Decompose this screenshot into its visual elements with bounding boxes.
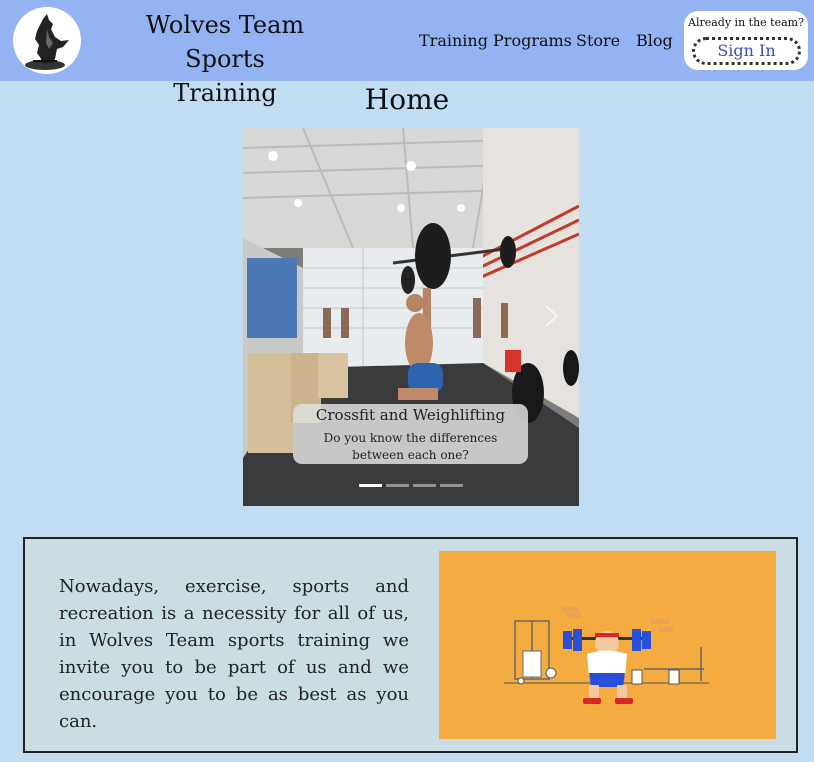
site-header: Wolves Team Sports Training Training Pro… bbox=[0, 0, 814, 107]
signin-hint: Already in the team? bbox=[688, 16, 804, 29]
carousel-indicator-1[interactable] bbox=[359, 484, 382, 487]
nav-store[interactable]: Store bbox=[576, 31, 620, 50]
weightlifter-illustration bbox=[439, 551, 776, 739]
carousel-indicator-2[interactable] bbox=[386, 484, 409, 487]
nav-blog[interactable]: Blog bbox=[636, 31, 673, 50]
carousel-caption: Crossfit and Weighlifting Do you know th… bbox=[293, 404, 528, 464]
intro-text: Nowadays, exercise, sports and recreatio… bbox=[59, 576, 409, 732]
intro-section: Nowadays, exercise, sports and recreatio… bbox=[23, 537, 798, 753]
carousel-caption-text: Do you know the differences between each… bbox=[323, 431, 498, 462]
carousel-caption-title: Crossfit and Weighlifting bbox=[315, 406, 506, 424]
brand-line-1: Wolves Team bbox=[145, 11, 305, 39]
signin-button[interactable]: Sign In bbox=[692, 37, 801, 65]
carousel-indicator-3[interactable] bbox=[413, 484, 436, 487]
signin-panel: Already in the team? Sign In bbox=[684, 11, 808, 70]
chevron-right-icon[interactable] bbox=[540, 300, 564, 332]
wolf-logo-icon[interactable] bbox=[13, 7, 81, 74]
page-title: Home bbox=[364, 83, 450, 116]
nav-training-programs[interactable]: Training Programs bbox=[419, 31, 572, 50]
carousel-indicator-4[interactable] bbox=[440, 484, 463, 487]
